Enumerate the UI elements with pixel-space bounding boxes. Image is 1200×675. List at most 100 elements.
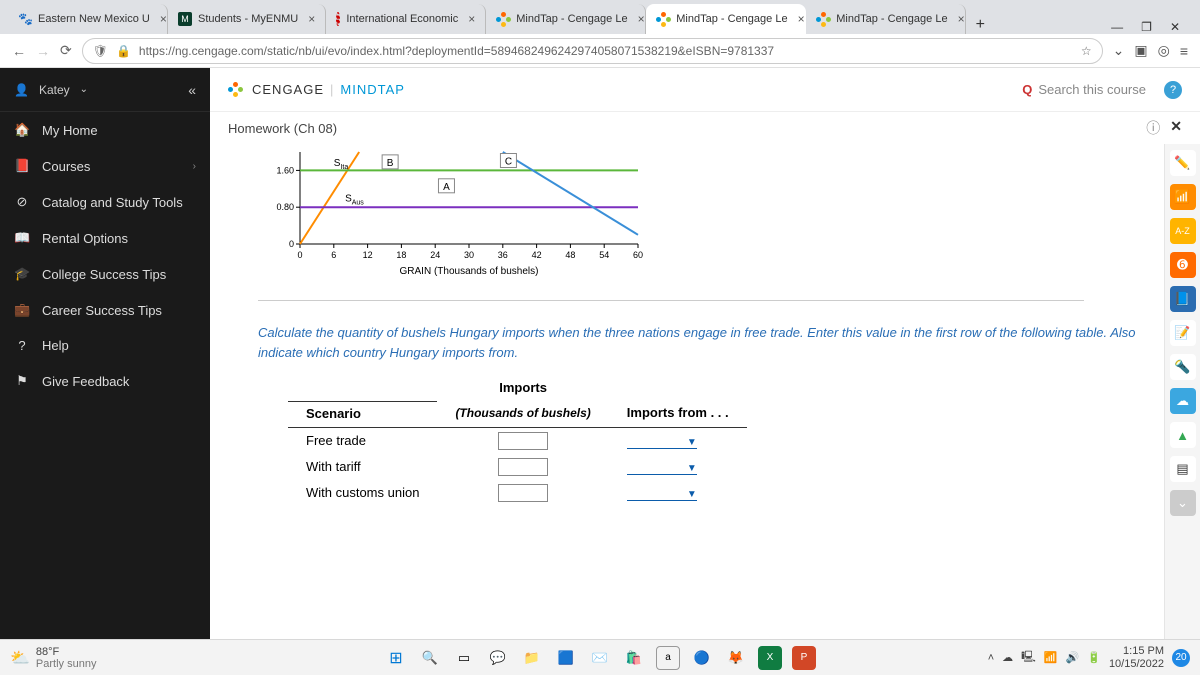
wifi-icon[interactable]: 📶 (1044, 651, 1058, 664)
sidebar-item-help[interactable]: ?Help (0, 328, 210, 363)
tab-0[interactable]: 🐾Eastern New Mexico U× (8, 4, 168, 34)
tool-☁[interactable]: ☁ (1170, 388, 1196, 414)
info-icon[interactable]: ⓘ (1146, 118, 1160, 138)
svg-text:36: 36 (498, 250, 508, 260)
svg-text:0.80: 0.80 (276, 202, 294, 212)
svg-text:1.60: 1.60 (276, 165, 294, 175)
tool-✏️[interactable]: ✏️ (1170, 150, 1196, 176)
favicon-cengage (816, 12, 830, 26)
pocket-icon[interactable]: ⌄ (1113, 42, 1125, 59)
close-window-icon[interactable]: ✕ (1170, 20, 1180, 34)
imports-input[interactable] (498, 484, 548, 502)
volume-icon[interactable]: 🔊 (1066, 651, 1080, 664)
clock[interactable]: 1:15 PM 10/15/2022 (1109, 645, 1164, 669)
imports-input[interactable] (498, 432, 548, 450)
tool-A-Z[interactable]: A-Z (1170, 218, 1196, 244)
user-name: Katey (39, 83, 70, 97)
tool-➏[interactable]: ➏ (1170, 252, 1196, 278)
table-row: With customs union ▼ (288, 480, 747, 506)
edge-icon[interactable]: 🟦 (554, 646, 578, 670)
tool-📝[interactable]: 📝 (1170, 320, 1196, 346)
sidebar-item-courses[interactable]: 📕Courses› (0, 148, 210, 184)
weather-cond: Partly sunny (36, 658, 97, 670)
imports-input[interactable] (498, 458, 548, 476)
tool-⌄[interactable]: ⌄ (1170, 490, 1196, 516)
imports-from-dropdown[interactable]: ▼ (627, 433, 697, 449)
notification-badge[interactable]: 20 (1172, 649, 1190, 667)
excel-icon[interactable]: X (758, 646, 782, 670)
close-panel-icon[interactable]: ✕ (1170, 118, 1182, 138)
back-icon[interactable]: ← (12, 43, 26, 59)
lock-icon: 🔒 (116, 44, 131, 58)
ppt-icon[interactable]: P (792, 646, 816, 670)
sidebar-item-catalog-and-study-tools[interactable]: ⊘Catalog and Study Tools (0, 184, 210, 220)
star-icon[interactable]: ☆ (1081, 44, 1092, 58)
app-a-icon[interactable]: a (656, 646, 680, 670)
close-icon[interactable]: × (638, 12, 645, 26)
battery-icon[interactable]: 🔋 (1087, 651, 1101, 664)
tool-▤[interactable]: ▤ (1170, 456, 1196, 482)
tab-4[interactable]: MindTap - Cengage Le × (646, 4, 806, 34)
tool-🔦[interactable]: 🔦 (1170, 354, 1196, 380)
url-field[interactable]: 🛡 🔒 https://ng.cengage.com/static/nb/ui/… (82, 38, 1103, 64)
sidebar-item-my-home[interactable]: 🏠My Home (0, 112, 210, 148)
close-icon[interactable]: × (468, 12, 475, 26)
tool-📘[interactable]: 📘 (1170, 286, 1196, 312)
tab-3[interactable]: MindTap - Cengage Le× (486, 4, 646, 34)
browser-tab-bar: 🐾Eastern New Mexico U× MStudents - MyENM… (0, 0, 1200, 34)
chevron-right-icon: › (193, 161, 196, 172)
search-course[interactable]: Q Search this course (1022, 82, 1146, 97)
mail-icon[interactable]: ✉️ (588, 646, 612, 670)
main-pane: 0612182430364248546000.801.60GRAIN (Thou… (210, 144, 1164, 639)
taskview-icon[interactable]: ▭ (452, 646, 476, 670)
start-icon[interactable]: ⊞ (384, 646, 408, 670)
sub-header: Homework (Ch 08) ⓘ ✕ (210, 112, 1200, 144)
sidebar-item-give-feedback[interactable]: ⚑Give Feedback (0, 363, 210, 399)
onedrive-icon[interactable]: ☁ (1002, 651, 1013, 664)
sidebar-item-college-success-tips[interactable]: 🎓College Success Tips (0, 256, 210, 292)
chrome-icon[interactable]: 🔵 (690, 646, 714, 670)
firefox-icon[interactable]: 🦊 (724, 646, 748, 670)
chat-icon[interactable]: 💬 (486, 646, 510, 670)
imports-from-dropdown[interactable]: ▼ (627, 459, 697, 475)
save-icon[interactable]: ▣ (1134, 42, 1147, 59)
lang-icon[interactable]: 🖳 (1021, 648, 1036, 667)
forward-icon[interactable]: → (36, 43, 50, 59)
close-icon[interactable]: × (308, 12, 315, 26)
minimize-icon[interactable]: — (1111, 20, 1123, 34)
close-icon[interactable]: × (798, 12, 805, 26)
tool-rss[interactable]: 📶 (1170, 184, 1196, 210)
sidebar-item-career-success-tips[interactable]: 💼Career Success Tips (0, 292, 210, 328)
scenario-cell: With customs union (288, 480, 437, 506)
tab-5[interactable]: MindTap - Cengage Le × (806, 4, 966, 34)
separator (258, 300, 1084, 301)
tab-label: International Economic (346, 13, 458, 25)
close-icon[interactable]: × (958, 12, 965, 26)
store-icon[interactable]: 🛍️ (622, 646, 646, 670)
tab-label: MindTap - Cengage Le (836, 13, 947, 25)
sidebar-item-rental-options[interactable]: 📖Rental Options (0, 220, 210, 256)
search-taskbar-icon[interactable]: 🔍 (418, 646, 442, 670)
imports-from-dropdown[interactable]: ▼ (627, 485, 697, 501)
explorer-icon[interactable]: 📁 (520, 646, 544, 670)
user-row[interactable]: 👤 Katey ⌄ « (0, 68, 210, 112)
account-icon[interactable]: ◎ (1158, 42, 1170, 59)
chevron-up-icon[interactable]: ˄ (988, 652, 994, 664)
refresh-icon[interactable]: ⟳ (60, 42, 72, 59)
sidebar-item-label: Career Success Tips (42, 303, 162, 318)
svg-text:60: 60 (633, 250, 643, 260)
weather-widget[interactable]: ⛅ 88°F Partly sunny (10, 646, 96, 670)
maximize-icon[interactable]: ❐ (1141, 20, 1152, 34)
close-icon[interactable]: × (160, 12, 167, 26)
svg-text:B: B (387, 158, 394, 169)
menu-icon[interactable]: ≡ (1180, 43, 1188, 59)
svg-text:54: 54 (599, 250, 609, 260)
tab-label: MindTap - Cengage Le (676, 13, 787, 25)
help-icon[interactable]: ? (1164, 81, 1182, 99)
tool-▲[interactable]: ▲ (1170, 422, 1196, 448)
new-tab-button[interactable]: + (966, 16, 994, 34)
tab-2[interactable]: International Economic × (326, 4, 486, 34)
collapse-icon[interactable]: « (188, 82, 196, 98)
table-head-imports: Imports (437, 376, 608, 401)
tab-1[interactable]: MStudents - MyENMU× (168, 4, 326, 34)
